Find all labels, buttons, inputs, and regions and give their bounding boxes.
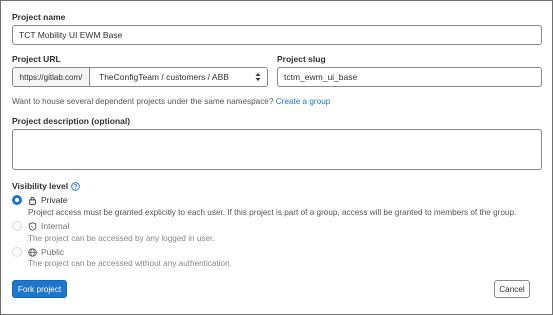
namespace-select[interactable]: TheConfigTeam / customers / ABB	[90, 68, 267, 86]
project-slug-input[interactable]: tctm_ewm_ui_base	[277, 67, 542, 87]
public-description: The project can be accessed without any …	[28, 259, 232, 268]
globe-icon	[28, 247, 37, 257]
option-private: Private	[28, 195, 67, 205]
lock-icon	[28, 196, 37, 205]
project-name-value: TCT Mobility UI EWM Base	[19, 30, 123, 40]
project-url-label: Project URL	[12, 54, 61, 64]
option-public: Public	[28, 247, 64, 257]
radio-private[interactable]	[12, 195, 22, 205]
group-hint: Want to house several dependent projects…	[12, 97, 330, 106]
shield-icon	[28, 221, 37, 231]
fork-project-button[interactable]: Fork project	[12, 280, 67, 298]
project-description-label: Project description (optional)	[12, 116, 131, 126]
internal-label: Internal	[41, 221, 70, 231]
private-label: Private	[41, 195, 68, 205]
project-name-label: Project name	[12, 12, 66, 22]
option-internal: Internal	[28, 221, 69, 231]
select-caret-icon	[255, 72, 261, 82]
project-url-group: https://gitlab.com/ TheConfigTeam / cust…	[12, 67, 268, 87]
create-group-link[interactable]: Create a group	[276, 97, 331, 106]
fork-project-form: Project name TCT Mobility UI EWM Base Pr…	[0, 0, 553, 315]
group-hint-text: Want to house several dependent projects…	[12, 97, 274, 106]
internal-description: The project can be accessed by any logge…	[28, 234, 215, 243]
project-description-textarea[interactable]	[12, 129, 542, 170]
visibility-level-heading: Visibility level	[12, 181, 80, 191]
private-description: Project access must be granted explicitl…	[28, 208, 517, 217]
radio-internal[interactable]	[12, 221, 22, 231]
radio-public[interactable]	[12, 247, 22, 257]
url-prefix: https://gitlab.com/	[13, 68, 90, 86]
question-circle-icon[interactable]	[71, 181, 80, 191]
project-slug-label: Project slug	[277, 54, 326, 64]
visibility-level-label: Visibility level	[12, 181, 69, 191]
public-label: Public	[41, 247, 65, 257]
cancel-button[interactable]: Cancel	[494, 280, 530, 298]
namespace-value: TheConfigTeam / customers / ABB	[99, 72, 229, 82]
project-slug-value: tctm_ewm_ui_base	[284, 72, 358, 82]
project-name-input[interactable]: TCT Mobility UI EWM Base	[12, 25, 542, 45]
